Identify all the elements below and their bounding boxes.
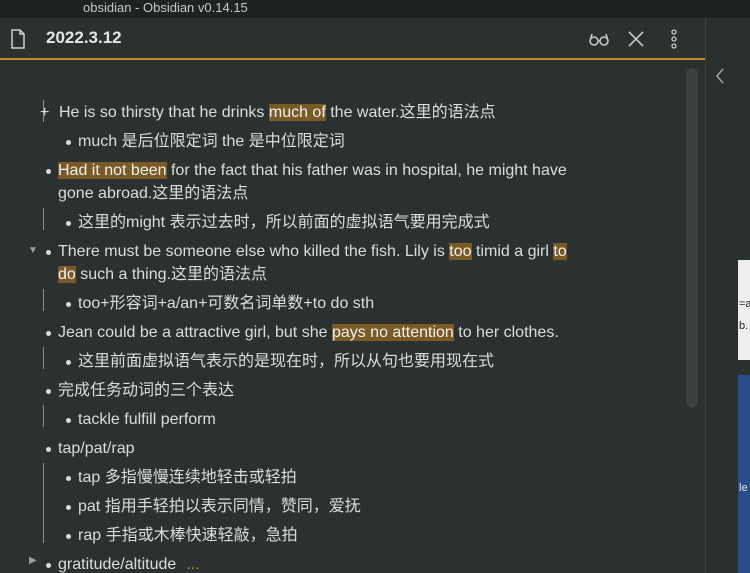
- highlight: Had it not been: [58, 162, 167, 179]
- list-item[interactable]: There must be someone else who killed th…: [58, 241, 567, 263]
- list-item-continued[interactable]: gone abroad.这里的语法点: [58, 183, 248, 205]
- bullet[interactable]: [46, 331, 51, 336]
- list-item[interactable]: 这里前面虚拟语气表示的是现在时，所以从句也要用现在式: [78, 351, 494, 373]
- scrollbar[interactable]: [686, 68, 698, 408]
- file-icon[interactable]: [10, 29, 26, 49]
- list-item[interactable]: 完成任务动词的三个表达: [58, 380, 234, 402]
- bullet[interactable]: [66, 140, 71, 145]
- bullet[interactable]: [46, 250, 51, 255]
- bullet[interactable]: [46, 563, 51, 568]
- list-item[interactable]: tackle fulfill perform: [78, 409, 216, 431]
- indent-guide: [43, 289, 44, 311]
- list-item[interactable]: much 是后位限定词 the 是中位限定词: [78, 131, 345, 153]
- indent-guide: [43, 405, 44, 427]
- note-content[interactable]: + He is so thirsty that he drinks much o…: [0, 60, 684, 573]
- list-item[interactable]: pat 指用手轻拍以表示同情，赞同，爱抚: [78, 496, 361, 518]
- list-item[interactable]: tap 多指慢慢连续地轻击或轻拍: [78, 467, 297, 489]
- more-vertical-icon[interactable]: [663, 28, 685, 50]
- bullet[interactable]: [66, 476, 71, 481]
- note-title[interactable]: 2022.3.12: [46, 28, 122, 48]
- bullet[interactable]: [66, 418, 71, 423]
- close-icon[interactable]: [625, 28, 647, 50]
- highlight: too: [449, 243, 472, 260]
- background-window-peek-blue: [738, 375, 750, 573]
- bullet[interactable]: [66, 360, 71, 365]
- indent-guide: [43, 208, 44, 230]
- bullet[interactable]: [46, 389, 51, 394]
- background-window-peek: [738, 260, 750, 360]
- collapsed-ellipsis: ...: [186, 556, 200, 573]
- fold-arrow-collapsed-icon[interactable]: ▶: [29, 555, 37, 566]
- indent-guide: [43, 463, 44, 543]
- list-item[interactable]: He is so thirsty that he drinks much of …: [59, 102, 496, 124]
- list-item[interactable]: Jean could be a attractive girl, but she…: [58, 322, 559, 344]
- peek-text: b.: [739, 320, 749, 332]
- highlight: much of: [268, 104, 326, 121]
- titlebar-right-strip: [705, 0, 750, 18]
- bullet[interactable]: [66, 221, 71, 226]
- indent-guide: [43, 347, 44, 369]
- window-title: obsidian - Obsidian v0.14.15: [83, 0, 248, 15]
- peek-text: =a: [739, 298, 750, 310]
- chevron-left-icon[interactable]: [713, 67, 727, 85]
- window-titlebar: obsidian - Obsidian v0.14.15: [0, 0, 705, 18]
- list-item[interactable]: too+形容词+a/an+可数名词单数+to do sth: [78, 293, 374, 315]
- bullet[interactable]: [66, 302, 71, 307]
- glasses-icon[interactable]: [588, 28, 610, 50]
- list-item[interactable]: gratitude/altitude...: [58, 554, 200, 573]
- highlight: to: [553, 243, 567, 260]
- bullet[interactable]: [46, 447, 51, 452]
- bullet[interactable]: [46, 169, 51, 174]
- list-item[interactable]: tap/pat/rap: [58, 438, 135, 460]
- editor-pane: 2022.3.12 + He is so thirsty that he dri…: [0, 18, 705, 573]
- highlight: pays no attention: [331, 324, 454, 341]
- note-header: 2022.3.12: [0, 18, 705, 60]
- list-item[interactable]: Had it not been for the fact that his fa…: [58, 160, 567, 182]
- bullet[interactable]: [66, 505, 71, 510]
- peek-text: le: [739, 482, 748, 494]
- highlight: do: [58, 266, 76, 283]
- cursor-caret: +: [40, 104, 50, 121]
- list-item[interactable]: 这里的might 表示过去时，所以前面的虚拟语气要用完成式: [78, 212, 490, 234]
- list-item[interactable]: rap 手指或木棒快速轻敲，急拍: [78, 525, 298, 547]
- list-item-continued[interactable]: do such a thing.这里的语法点: [58, 264, 267, 286]
- bullet[interactable]: [66, 534, 71, 539]
- fold-arrow-expanded-icon[interactable]: ▼: [28, 245, 38, 256]
